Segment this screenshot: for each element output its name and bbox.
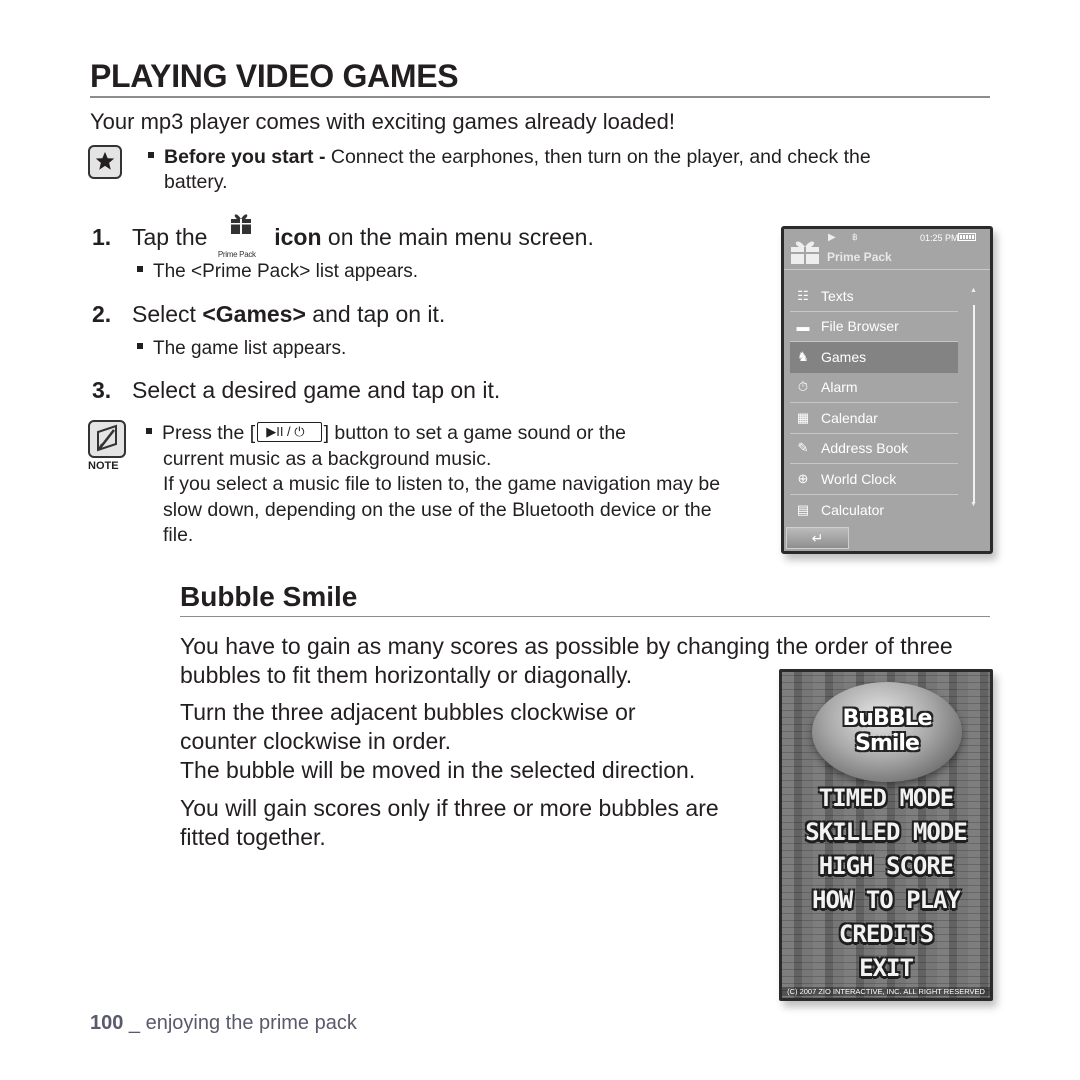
document-icon: ☷ <box>797 287 809 303</box>
logo-line-1: BuBBLe <box>842 706 933 731</box>
scroll-down-icon[interactable]: ▼ <box>970 501 977 508</box>
device-header: ▶ ฿ 01:25 PM Prime Pack <box>784 229 990 270</box>
note-paragraph: If you select a music file to listen to,… <box>163 473 721 546</box>
title-divider <box>90 96 990 98</box>
folder-icon: ▬ <box>796 318 810 334</box>
note-label: NOTE <box>88 460 119 472</box>
page-footer: 100 _ enjoying the prime pack <box>90 1012 357 1035</box>
before-you-start: Before you start - Connect the earphones… <box>148 145 978 195</box>
copyright-text: (C) 2007 ZIO INTERACTIVE, INC. ALL RIGHT… <box>782 987 990 996</box>
menu-item-label: Address Book <box>821 440 909 457</box>
section-paragraph-3: The bubble will be moved in the selected… <box>180 757 696 783</box>
menu-item-label: Calculator <box>821 501 885 518</box>
step-number: 2. <box>92 301 112 327</box>
stopwatch-icon: ⏱ <box>797 379 809 395</box>
play-status-icon: ▶ <box>828 232 836 243</box>
step-1: 1. Tap the Prime Pack icon on the main me… <box>92 214 594 259</box>
globe-icon: ⊕ <box>797 470 809 486</box>
step-number: 1. <box>92 224 112 250</box>
menu-item-label: Texts <box>821 287 854 304</box>
step-result-text: The <Prime Pack> list appears. <box>153 261 419 282</box>
calendar-icon: ▦ <box>796 409 810 425</box>
note-text-line2: current music as a background music. <box>163 447 492 470</box>
menu-item-label: World Clock <box>821 470 897 487</box>
back-arrow-icon: ↵ <box>811 529 824 546</box>
device-screen-title: Prime Pack <box>827 250 892 264</box>
address-book-icon: ✎ <box>797 440 809 456</box>
menu-item-file-browser[interactable]: ▬ File Browser <box>790 312 958 342</box>
menu-item-address-book[interactable]: ✎ Address Book <box>790 434 958 464</box>
step-text: Tap the <box>132 224 208 250</box>
scroll-up-icon[interactable]: ▲ <box>970 287 977 294</box>
bullet-icon <box>137 342 143 349</box>
step-text: and tap on it. <box>305 301 446 327</box>
note-text-pre: Press the [ <box>162 422 256 444</box>
menu-item-texts[interactable]: ☷ Texts <box>790 281 958 312</box>
menu-item-alarm[interactable]: ⏱ Alarm <box>790 373 958 403</box>
step-text: Select <box>132 301 203 327</box>
game-menu-timed-mode[interactable]: TIMED MODE <box>782 784 990 812</box>
page-title: PLAYING VIDEO GAMES <box>90 58 459 94</box>
step-1-result: The <Prime Pack> list appears. <box>137 260 418 284</box>
step-bold: <Games> <box>202 301 306 327</box>
menu-item-label: File Browser <box>821 318 899 335</box>
step-2: 2. Select <Games> and tap on it. <box>92 300 445 328</box>
step-number: 3. <box>92 377 112 403</box>
prime-pack-screenshot: ▶ ฿ 01:25 PM Prime Pack ▲ ▼ ☷ Texts ▬ File… <box>781 226 993 554</box>
bullet-icon <box>148 151 154 158</box>
scrollbar[interactable] <box>973 305 975 503</box>
step-2-result: The game list appears. <box>137 337 346 361</box>
menu-item-label: Alarm <box>821 379 858 396</box>
section-divider <box>180 616 990 617</box>
note-text: Press the [▶II / ⏻] button to set a game… <box>146 421 746 549</box>
bullet-icon <box>137 265 143 272</box>
calculator-icon: ▤ <box>796 501 810 517</box>
step-text: Select a desired game and tap on it. <box>132 377 501 403</box>
section-paragraph-4: You will gain scores only if three or mo… <box>180 795 719 850</box>
note-text-post: ] button to set a game sound or the <box>323 422 627 444</box>
step-3: 3. Select a desired game and tap on it. <box>92 376 500 404</box>
step-result-text: The game list appears. <box>153 338 347 359</box>
before-start-text: Connect the earphones, then turn on the … <box>325 146 871 168</box>
section-title: Bubble Smile <box>180 581 358 612</box>
before-start-label: Before you start - <box>164 146 326 168</box>
back-button[interactable]: ↵ <box>786 527 849 549</box>
footer-chapter: _ enjoying the prime pack <box>123 1012 357 1034</box>
menu-item-calendar[interactable]: ▦ Calendar <box>790 403 958 434</box>
menu-item-world-clock[interactable]: ⊕ World Clock <box>790 464 958 495</box>
page-number: 100 <box>90 1012 124 1034</box>
step-bold: icon <box>274 224 322 250</box>
gift-icon <box>791 241 819 264</box>
menu-item-games[interactable]: ♞ Games <box>790 342 958 373</box>
step-text: on the main menu screen. <box>321 224 594 250</box>
battery-icon <box>958 233 976 241</box>
bullet-icon <box>146 427 152 434</box>
game-menu-how-to-play[interactable]: HOW TO PLAY <box>782 886 990 914</box>
star-icon <box>88 145 122 179</box>
game-menu-skilled-mode[interactable]: SKILLED MODE <box>782 818 990 846</box>
prime-pack-menu: ☷ Texts ▬ File Browser ♞ Games ⏱ Alarm ▦ Cale… <box>790 281 958 525</box>
prime-pack-icon: Prime Pack <box>214 214 268 259</box>
clock-time: 01:25 PM <box>920 233 959 243</box>
section-paragraph-2: Turn the three adjacent bubbles clockwis… <box>180 699 636 754</box>
bluetooth-status-icon: ฿ <box>852 232 858 242</box>
game-menu-high-score[interactable]: HIGH SCORE <box>782 852 990 880</box>
menu-item-label: Games <box>821 348 867 365</box>
gamepad-icon: ♞ <box>797 348 809 364</box>
note-icon <box>88 420 126 458</box>
intro-text: Your mp3 player comes with exciting game… <box>90 109 675 134</box>
bubble-logo: BuBBLe Smile <box>812 682 962 782</box>
menu-item-label: Calendar <box>821 409 878 426</box>
before-start-text-cont: battery. <box>164 171 228 193</box>
menu-item-calculator[interactable]: ▤ Calculator <box>790 495 958 526</box>
game-menu-exit[interactable]: EXIT <box>782 954 990 982</box>
play-pause-power-button-icon: ▶II / ⏻ <box>257 421 322 442</box>
logo-line-2: Smile <box>855 731 920 756</box>
game-menu-credits[interactable]: CREDITS <box>782 920 990 948</box>
bubble-smile-screenshot: BuBBLe Smile TIMED MODE SKILLED MODE HIG… <box>779 669 993 1001</box>
